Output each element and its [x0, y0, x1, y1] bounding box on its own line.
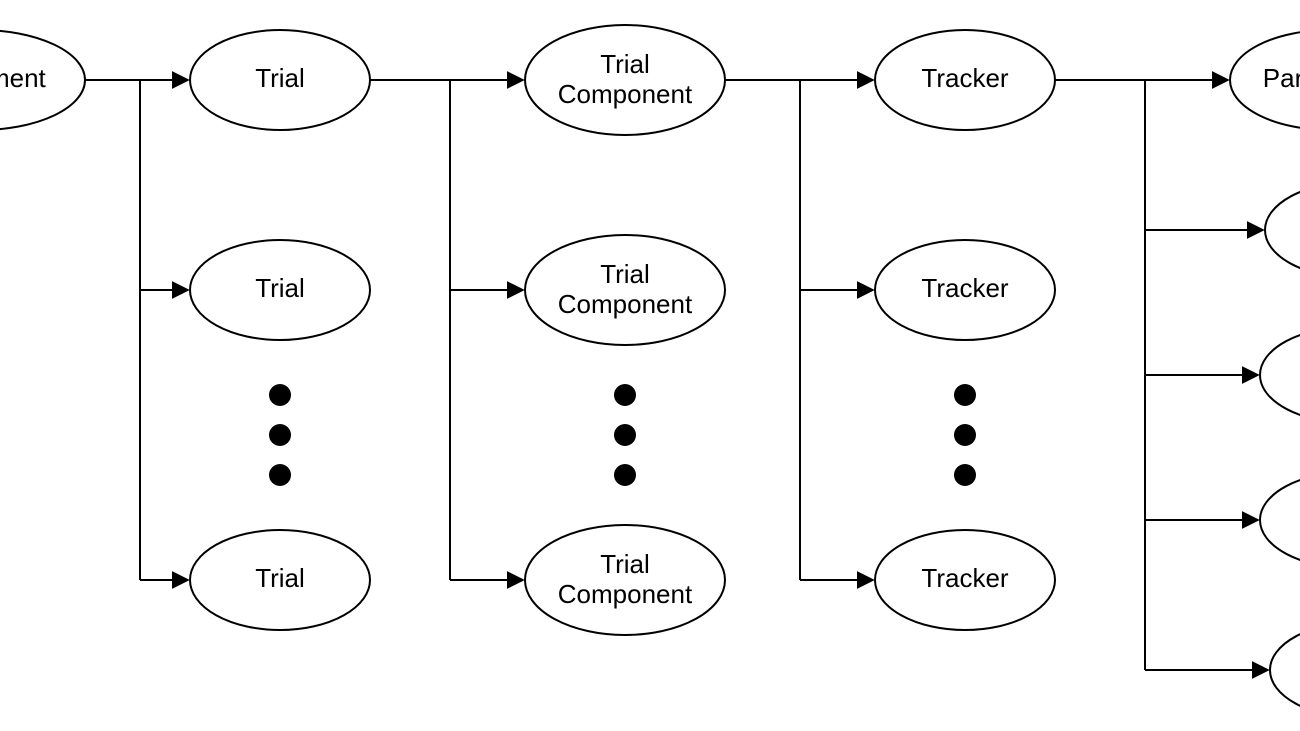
branch-experiment — [140, 80, 188, 580]
node-trialcomp-top-label1: Trial — [600, 49, 650, 79]
node-trial-top-label: Trial — [255, 63, 305, 93]
node-right-0: Parameters — [1230, 30, 1300, 130]
node-trialcomp-mid-label2: Component — [558, 289, 693, 319]
branch-tracker — [1145, 80, 1268, 670]
branch-component — [800, 80, 873, 580]
node-trialcomp-bottom-label1: Trial — [600, 549, 650, 579]
node-tracker-top: Tracker — [875, 30, 1055, 130]
node-trial-bottom: Trial — [190, 530, 370, 630]
node-tracker-mid: Tracker — [875, 240, 1055, 340]
node-right-4: Metrics — [1270, 622, 1300, 718]
ellipsis-col1 — [269, 384, 291, 486]
node-tracker-bottom: Tracker — [875, 530, 1055, 630]
node-tracker-bottom-label: Tracker — [921, 563, 1008, 593]
node-trialcomp-mid-label1: Trial — [600, 259, 650, 289]
node-right-1: Inputs — [1265, 182, 1300, 278]
node-trialcomp-top-label2: Component — [558, 79, 693, 109]
node-experiment: Experiment — [0, 30, 85, 130]
node-right-0-label: Parameters — [1263, 63, 1300, 93]
node-right-2: Outputs — [1260, 327, 1300, 423]
diagram-canvas: Experiment Trial Trial Trial Trial Compo… — [0, 0, 1300, 731]
branch-trial — [450, 80, 523, 580]
node-trial-mid: Trial — [190, 240, 370, 340]
node-trial-bottom-label: Trial — [255, 563, 305, 593]
ellipsis-col3 — [954, 384, 976, 486]
node-trial-mid-label: Trial — [255, 273, 305, 303]
node-tracker-top-label: Tracker — [921, 63, 1008, 93]
node-tracker-mid-label: Tracker — [921, 273, 1008, 303]
node-experiment-label: Experiment — [0, 63, 47, 93]
node-right-3: Artifacts — [1260, 472, 1300, 568]
node-trialcomp-mid: Trial Component — [525, 235, 725, 345]
node-trialcomp-top: Trial Component — [525, 25, 725, 135]
node-trial-top: Trial — [190, 30, 370, 130]
ellipsis-col2 — [614, 384, 636, 486]
node-trialcomp-bottom-label2: Component — [558, 579, 693, 609]
node-trialcomp-bottom: Trial Component — [525, 525, 725, 635]
